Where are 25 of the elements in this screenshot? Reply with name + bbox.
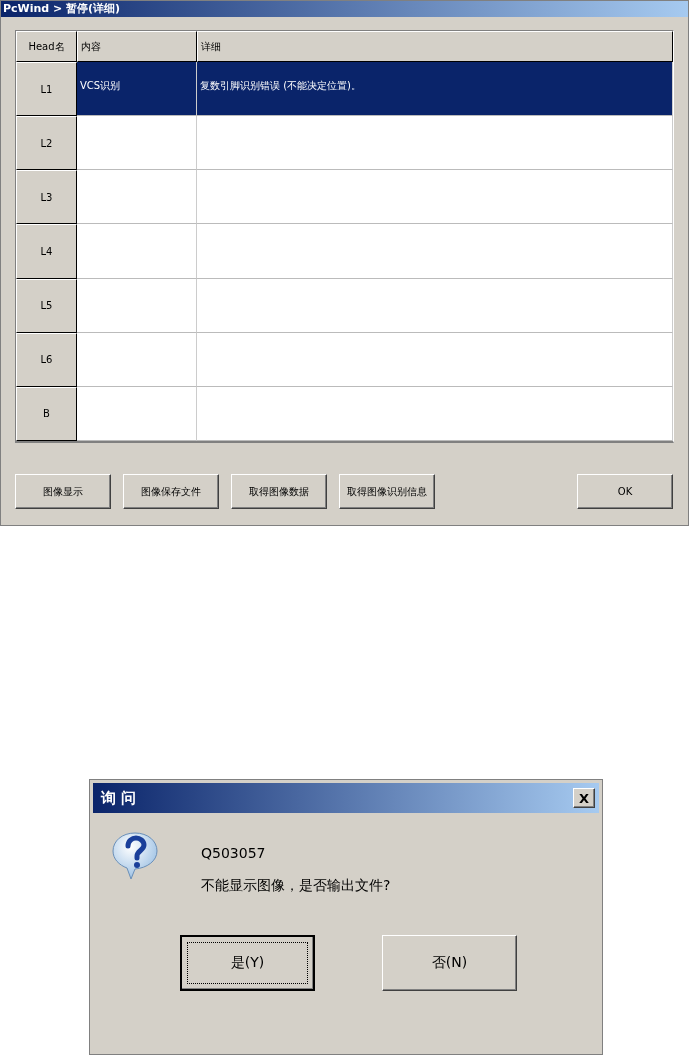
dialog-button[interactable]: 否(N) [382,935,517,991]
row-header[interactable]: L2 [16,116,77,171]
row-header[interactable]: L1 [16,62,77,117]
action-button[interactable]: 图像保存文件 [123,474,219,509]
row-header[interactable]: L6 [16,332,77,387]
message-text: 不能显示图像，是否输出文件? [201,877,391,895]
question-icon [111,831,159,881]
close-button[interactable]: X [573,788,595,808]
row-header[interactable]: B [16,386,77,441]
dialog-button[interactable]: 是(Y) [180,935,315,991]
action-button[interactable]: 取得图像识别信息 [339,474,435,509]
row-header[interactable]: L4 [16,224,77,279]
action-button[interactable]: OK [577,474,673,509]
row-header[interactable]: L5 [16,278,77,333]
table-cell: VCS识别 [77,62,197,117]
action-button[interactable]: 图像显示 [15,474,111,509]
column-header[interactable]: 内容 [77,31,197,62]
message-code: Q503057 [201,845,267,861]
table-cell: 复数引脚识别错误 (不能决定位置)。 [197,62,673,117]
action-button[interactable]: 取得图像数据 [231,474,327,509]
dialog-title: 询 问 [101,788,137,808]
column-header[interactable]: Head名 [16,31,77,62]
row-header[interactable]: L3 [16,170,77,225]
window-title: PcWind > 暂停(详细) [1,1,688,17]
column-header[interactable]: 详细 [197,31,673,62]
